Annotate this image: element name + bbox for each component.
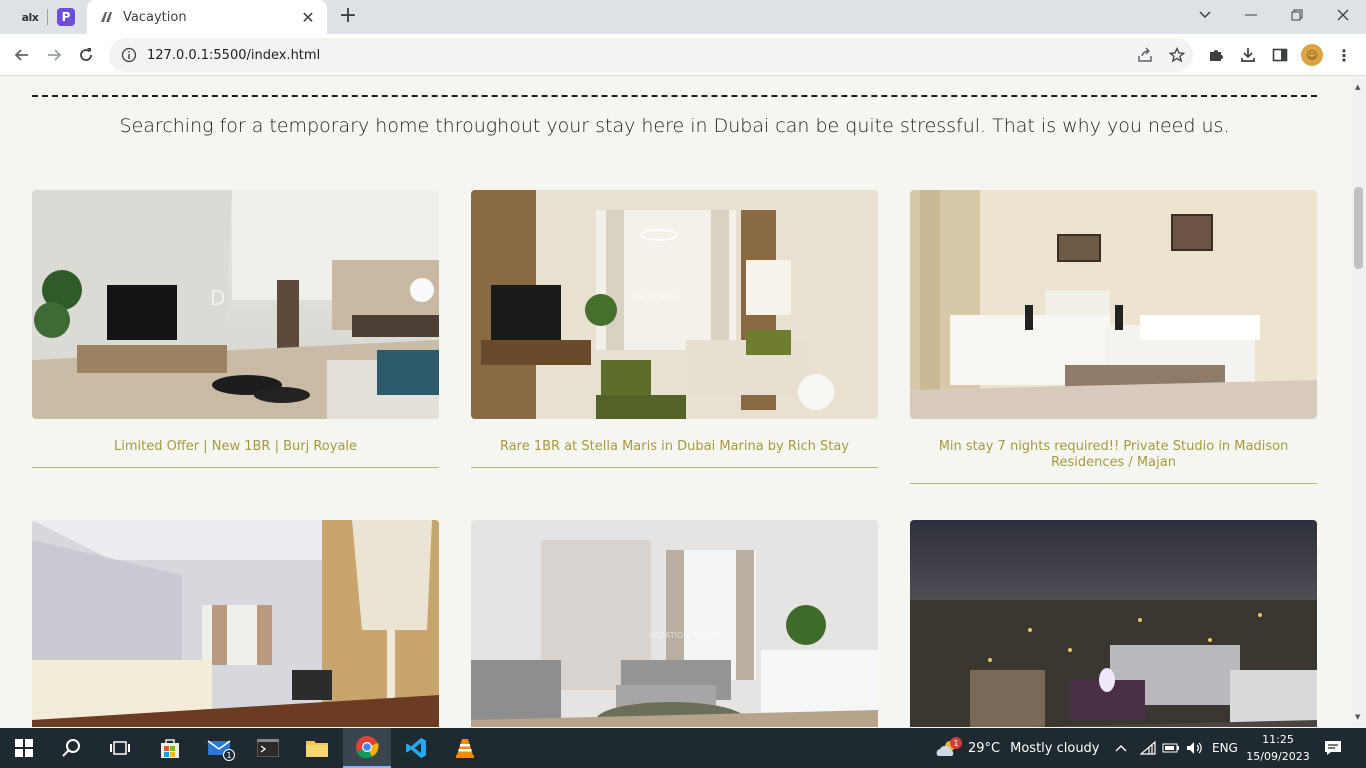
browser-toolbar: 127.0.0.1:5500/index.html ☺ ⋮ — [0, 34, 1366, 76]
clipped-heading-remnant — [485, 77, 785, 79]
language-indicator[interactable]: ENG — [1212, 728, 1238, 768]
share-icon[interactable] — [1129, 39, 1161, 71]
vscode-icon — [406, 738, 426, 758]
file-explorer-button[interactable] — [293, 728, 341, 768]
task-view-icon — [110, 741, 130, 755]
minimize-button[interactable] — [1228, 0, 1274, 30]
listing-card[interactable] — [32, 520, 439, 727]
microsoft-store-button[interactable] — [146, 728, 194, 768]
pinned-tab-p[interactable]: P — [48, 0, 84, 34]
search-icon — [62, 739, 80, 757]
reload-button[interactable] — [73, 42, 99, 68]
tab-search-chevron-icon[interactable] — [1182, 0, 1228, 30]
downloads-icon[interactable] — [1235, 42, 1261, 68]
browser-tab-strip: alx P Vacaytion ✕ + — [0, 0, 1366, 34]
listing-card[interactable]: VACATION RENTAL — [471, 520, 878, 727]
weather-badge: 1 — [950, 737, 962, 749]
section-divider — [32, 95, 1317, 97]
profile-avatar-icon: ☺ — [1301, 44, 1323, 66]
scrollbar-thumb[interactable] — [1354, 187, 1363, 269]
bookmark-star-icon[interactable] — [1161, 39, 1193, 71]
volume-icon[interactable] — [1186, 728, 1204, 768]
weather-condition: Mostly cloudy — [1010, 740, 1100, 756]
folder-icon — [306, 741, 328, 757]
weather-temp: 29°C — [968, 740, 1001, 756]
site-info-icon[interactable] — [121, 47, 137, 63]
p-app-icon: P — [57, 8, 75, 26]
page-viewport: Searching for a temporary home throughou… — [0, 77, 1351, 727]
intro-text: Searching for a temporary home throughou… — [119, 115, 1230, 137]
battery-icon[interactable] — [1162, 728, 1180, 768]
restore-button[interactable] — [1274, 0, 1320, 30]
mail-button[interactable]: 1 — [196, 728, 244, 768]
forward-button[interactable] — [41, 42, 67, 68]
store-icon — [161, 739, 179, 758]
listing-image[interactable]: D — [32, 190, 439, 419]
vscode-button[interactable] — [392, 728, 440, 768]
task-view-button[interactable] — [96, 728, 144, 768]
scroll-down-arrow-icon[interactable]: ▼ — [1355, 713, 1360, 721]
chrome-menu-icon[interactable]: ⋮ — [1331, 42, 1357, 68]
address-bar[interactable]: 127.0.0.1:5500/index.html — [109, 38, 1193, 72]
close-tab-icon[interactable]: ✕ — [299, 8, 317, 27]
side-panel-icon[interactable] — [1267, 42, 1293, 68]
listing-image[interactable] — [32, 520, 439, 727]
page-scrollbar[interactable]: ▲ ▼ — [1351, 77, 1366, 727]
chrome-icon — [356, 736, 379, 759]
mail-badge: 1 — [223, 749, 235, 761]
listing-card[interactable]: Min stay 7 nights required!! Private Stu… — [910, 190, 1317, 484]
clock[interactable]: 11:25 15/09/2023 — [1246, 731, 1310, 765]
close-window-button[interactable] — [1320, 0, 1366, 30]
page-favicon-icon — [99, 9, 115, 25]
chrome-button[interactable] — [343, 728, 391, 768]
listing-image[interactable]: VACATION RENTAL — [471, 520, 878, 727]
listing-card[interactable] — [910, 520, 1317, 727]
clock-time: 11:25 — [1262, 733, 1294, 746]
tab-vacaytion[interactable]: Vacaytion ✕ — [87, 0, 327, 34]
new-tab-button[interactable]: + — [336, 5, 360, 29]
search-button[interactable] — [48, 728, 96, 768]
terminal-icon — [257, 739, 279, 757]
weather-widget[interactable]: 1 29°C Mostly cloudy — [934, 728, 1100, 768]
listing-image[interactable] — [910, 190, 1317, 419]
listing-card[interactable]: RICH STAY Rare 1BR at Stella Maris in Du… — [471, 190, 878, 468]
notification-center-button[interactable] — [1310, 728, 1356, 768]
listing-watermark: VACATION RENTAL — [649, 631, 723, 640]
listing-card[interactable]: D Limited Offer | New 1BR | Burj Royale — [32, 190, 439, 468]
alx-logo: alx — [21, 10, 39, 24]
vlc-cone-icon — [456, 739, 474, 758]
back-button[interactable] — [9, 42, 35, 68]
show-hidden-icons-chevron-icon[interactable] — [1114, 728, 1128, 768]
terminal-button[interactable] — [244, 728, 292, 768]
svg-text:D: D — [210, 286, 225, 310]
start-button[interactable] — [0, 728, 48, 768]
listing-watermark: RICH STAY — [633, 293, 680, 303]
listing-image[interactable]: RICH STAY — [471, 190, 878, 419]
network-icon[interactable] — [1140, 728, 1156, 768]
notification-icon — [1325, 741, 1341, 755]
clock-date: 15/09/2023 — [1246, 750, 1310, 763]
scroll-up-arrow-icon[interactable]: ▲ — [1355, 83, 1360, 91]
tab-title: Vacaytion — [123, 9, 187, 25]
url-text[interactable]: 127.0.0.1:5500/index.html — [147, 48, 1129, 63]
listing-title[interactable]: Limited Offer | New 1BR | Burj Royale — [32, 439, 439, 468]
listing-title[interactable]: Rare 1BR at Stella Maris in Dubai Marina… — [471, 439, 878, 468]
vlc-button[interactable] — [441, 728, 489, 768]
profile-avatar[interactable]: ☺ — [1299, 42, 1325, 68]
listing-image[interactable] — [910, 520, 1317, 727]
windows-taskbar: 1 1 29°C Mostly cloudy ENG 11:25 15/09/2… — [0, 728, 1366, 768]
pinned-tab-alx[interactable]: alx — [12, 0, 48, 34]
windows-logo-icon — [15, 739, 33, 757]
extensions-puzzle-icon[interactable] — [1203, 42, 1229, 68]
listing-title[interactable]: Min stay 7 nights required!! Private Stu… — [910, 439, 1317, 484]
